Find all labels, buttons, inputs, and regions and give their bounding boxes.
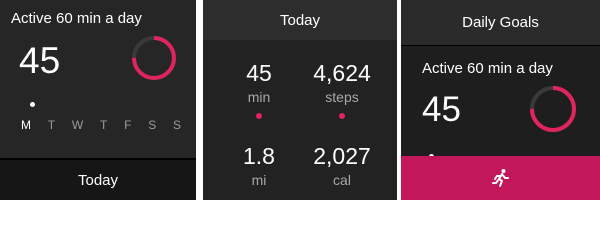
progress-ring bbox=[132, 36, 176, 80]
day-label: T bbox=[99, 118, 108, 132]
today-button[interactable]: Today bbox=[0, 160, 196, 200]
screen-header: Daily Goals bbox=[401, 0, 600, 45]
stat-minutes: 45 min bbox=[219, 60, 299, 106]
watch-screen-daily-goals: Daily Goals Active 60 min a day 45 bbox=[401, 0, 600, 200]
screen-header: Today bbox=[203, 0, 397, 40]
weekday-row: M T W T F S S bbox=[21, 118, 181, 132]
stat-unit: mi bbox=[251, 172, 267, 188]
goal-title: Active 60 min a day bbox=[11, 10, 142, 27]
watch-screen-goal-progress: Active 60 min a day 45 M T W T F S S Tod… bbox=[0, 0, 196, 200]
stat-unit: min bbox=[247, 89, 271, 105]
current-day-indicator bbox=[30, 102, 35, 107]
stat-value: 4,624 bbox=[313, 60, 371, 86]
day-label: S bbox=[148, 118, 157, 132]
stat-unit: steps bbox=[325, 89, 359, 105]
stat-steps: 4,624 steps bbox=[302, 60, 382, 106]
goal-card[interactable]: Active 60 min a day 45 M T W T F S S bbox=[0, 0, 196, 158]
stat-value: 45 bbox=[246, 60, 272, 86]
stat-unit: cal bbox=[333, 172, 351, 188]
day-label: T bbox=[47, 118, 56, 132]
day-label: M bbox=[21, 118, 31, 132]
goal-card[interactable]: Active 60 min a day 45 bbox=[401, 46, 600, 159]
stat-distance: 1.8 mi bbox=[219, 143, 299, 189]
active-minutes-value: 45 bbox=[422, 90, 461, 129]
active-minutes-value: 45 bbox=[19, 40, 61, 81]
stat-value: 2,027 bbox=[313, 143, 371, 169]
day-label: F bbox=[124, 118, 132, 132]
watch-screen-today-stats: Today 45 min 4,624 steps 1.8 mi 2,027 ca… bbox=[203, 0, 397, 200]
progress-ring bbox=[530, 86, 576, 132]
day-label: S bbox=[172, 118, 181, 132]
day-label: W bbox=[71, 118, 84, 132]
stat-value: 1.8 bbox=[243, 143, 275, 169]
page-dot bbox=[256, 113, 262, 119]
goal-title: Active 60 min a day bbox=[422, 60, 553, 77]
page-dot bbox=[339, 113, 345, 119]
running-person-icon bbox=[491, 169, 509, 187]
start-activity-button[interactable] bbox=[401, 156, 600, 200]
stat-calories: 2,027 cal bbox=[302, 143, 382, 189]
